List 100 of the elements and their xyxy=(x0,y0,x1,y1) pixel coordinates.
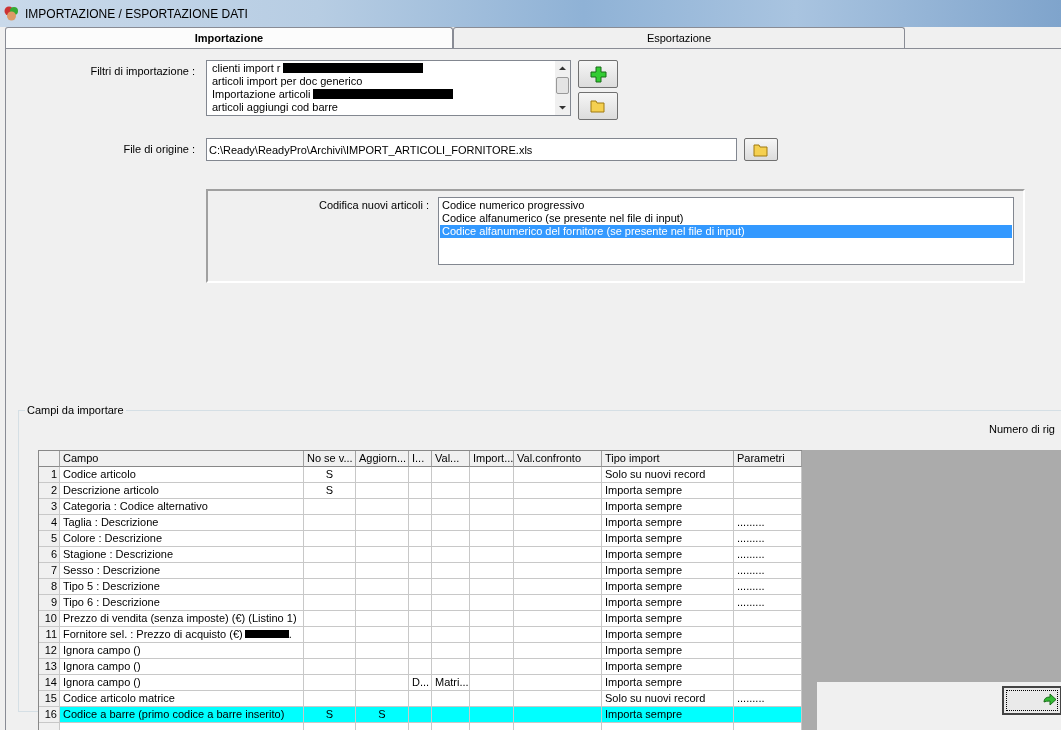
row-number[interactable]: 3 xyxy=(39,499,60,515)
table-cell: Descrizione articolo xyxy=(60,483,304,499)
table-cell xyxy=(409,563,432,579)
row-number[interactable]: 2 xyxy=(39,483,60,499)
table-cell: Importa sempre xyxy=(602,483,734,499)
table-cell xyxy=(470,563,514,579)
table-cell xyxy=(356,547,409,563)
row-number[interactable]: 14 xyxy=(39,675,60,691)
list-item[interactable]: clienti import r xyxy=(210,62,552,75)
table-cell xyxy=(356,659,409,675)
table-cell: Importa sempre xyxy=(602,611,734,627)
table-cell: Categoria : Codice alternativo xyxy=(60,499,304,515)
table-cell: Importa sempre xyxy=(602,547,734,563)
field-label: Filtri di importazione : xyxy=(89,64,195,79)
table-cell: Importa sempre xyxy=(602,707,734,723)
row-number[interactable]: 12 xyxy=(39,643,60,659)
corner-cell xyxy=(39,451,60,467)
filter-list[interactable]: clienti import r articoli import per doc generico Importazione articoli articoli aggiungi cod barre xyxy=(206,60,571,116)
table-cell xyxy=(432,531,470,547)
table-cell xyxy=(304,499,356,515)
browse-button[interactable] xyxy=(744,138,778,161)
table-cell xyxy=(409,627,432,643)
scrollbar[interactable] xyxy=(555,61,570,115)
window-title: IMPORTAZIONE / ESPORTAZIONE DATI xyxy=(25,6,248,21)
table-cell: Matri... xyxy=(432,675,470,691)
table-cell xyxy=(470,467,514,483)
table-cell xyxy=(470,707,514,723)
column-header[interactable]: Tipo import xyxy=(602,451,734,467)
column-header[interactable]: Aggiorn... xyxy=(356,451,409,467)
column-header[interactable]: Val... xyxy=(432,451,470,467)
column-header[interactable]: No se v... xyxy=(304,451,356,467)
list-item[interactable]: articoli aggiungi cod barre xyxy=(210,101,552,114)
row-number[interactable]: 7 xyxy=(39,563,60,579)
table-cell xyxy=(356,611,409,627)
column-header[interactable]: I... xyxy=(409,451,432,467)
table-cell: Tipo 6 : Descrizione xyxy=(60,595,304,611)
list-item[interactable]: Codice alfanumerico (se presente nel file di input) xyxy=(440,212,1012,225)
coding-list[interactable]: Codice numerico progressivo Codice alfanumerico (se presente nel file di input) Codice alfanumerico del fornitore (se presente nel file di input) xyxy=(438,197,1014,265)
list-item[interactable]: Codice numerico progressivo xyxy=(440,199,1012,212)
column-header[interactable]: Val.confronto xyxy=(514,451,602,467)
table-cell: Importa sempre xyxy=(602,659,734,675)
row-number[interactable]: 6 xyxy=(39,547,60,563)
table-cell xyxy=(470,643,514,659)
table-cell xyxy=(409,595,432,611)
table-cell xyxy=(409,643,432,659)
table-cell xyxy=(304,627,356,643)
table-cell xyxy=(432,483,470,499)
add-button[interactable] xyxy=(578,60,618,88)
app-icon xyxy=(3,5,20,22)
list-item[interactable]: Importazione articoli xyxy=(210,88,552,101)
row-number[interactable]: 9 xyxy=(39,595,60,611)
table-cell xyxy=(304,547,356,563)
tab[interactable]: Esportazione xyxy=(453,27,905,48)
table-cell xyxy=(356,643,409,659)
table-cell: Fornitore sel. : Prezzo di acquisto (€) . xyxy=(60,627,304,643)
table-cell: Importa sempre xyxy=(602,643,734,659)
table-cell xyxy=(356,499,409,515)
row-number[interactable]: 8 xyxy=(39,579,60,595)
table-cell xyxy=(304,531,356,547)
row-number[interactable]: 5 xyxy=(39,531,60,547)
table-cell xyxy=(356,627,409,643)
table-cell xyxy=(409,531,432,547)
row-number[interactable]: 15 xyxy=(39,691,60,707)
row-number[interactable]: 16 xyxy=(39,707,60,723)
table-cell: Importa sempre xyxy=(602,531,734,547)
column-header[interactable]: Campo xyxy=(60,451,304,467)
column-header[interactable]: Parametri xyxy=(734,451,802,467)
table-cell: Importa sempre xyxy=(602,595,734,611)
table-cell: S xyxy=(356,707,409,723)
table-cell xyxy=(304,643,356,659)
row-number[interactable]: 1 xyxy=(39,467,60,483)
row-number[interactable]: 10 xyxy=(39,611,60,627)
row-number[interactable]: 4 xyxy=(39,515,60,531)
row-count-label: Numero di rig xyxy=(988,423,1055,437)
table-cell xyxy=(409,659,432,675)
column-header[interactable]: Import... xyxy=(470,451,514,467)
open-button[interactable] xyxy=(578,92,618,120)
run-button[interactable] xyxy=(1002,686,1061,715)
list-item[interactable]: articoli import per doc generico xyxy=(210,75,552,88)
table-cell xyxy=(356,595,409,611)
table-cell xyxy=(304,595,356,611)
table-cell xyxy=(432,563,470,579)
table-cell xyxy=(470,659,514,675)
tab[interactable]: Importazione xyxy=(5,27,453,48)
row-number[interactable]: 13 xyxy=(39,659,60,675)
table-cell: Colore : Descrizione xyxy=(60,531,304,547)
table-cell xyxy=(432,611,470,627)
folder-icon xyxy=(590,99,606,113)
table-cell xyxy=(470,531,514,547)
table-cell: Ignora campo () xyxy=(60,675,304,691)
table-cell xyxy=(470,547,514,563)
table-cell: Tipo 5 : Descrizione xyxy=(60,579,304,595)
table-cell xyxy=(432,467,470,483)
table-cell xyxy=(304,611,356,627)
row-number[interactable]: 11 xyxy=(39,627,60,643)
table-cell xyxy=(432,707,470,723)
field-label: File di origine : xyxy=(122,142,195,157)
file-path-field[interactable]: C:\Ready\ReadyPro\Archivi\IMPORT_ARTICOLI_FORNITORE.xls xyxy=(206,138,737,161)
table-cell: Importa sempre xyxy=(602,675,734,691)
table-cell xyxy=(356,467,409,483)
